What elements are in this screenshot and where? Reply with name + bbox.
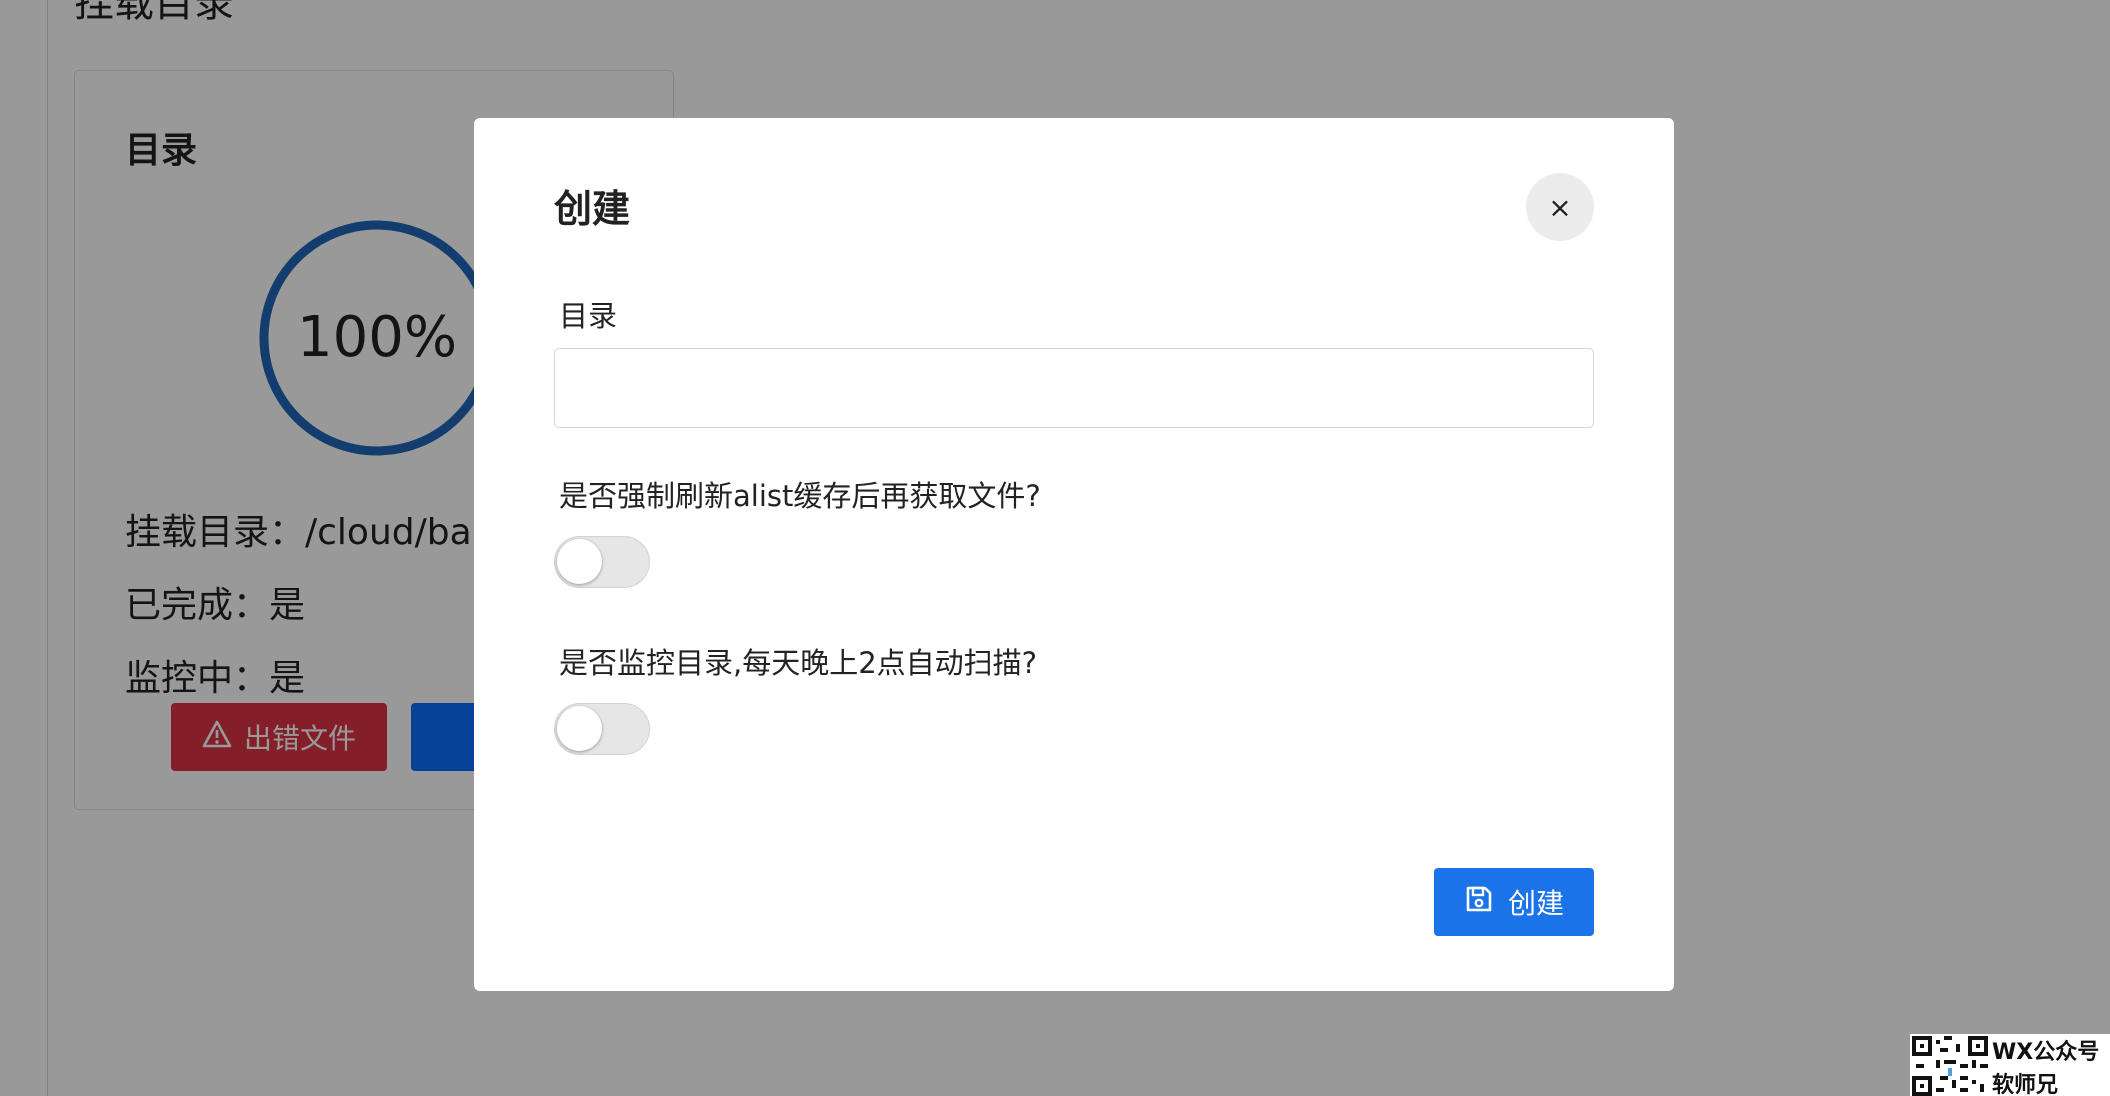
- monitor-directory-label: 是否监控目录,每天晚上2点自动扫描?: [559, 646, 1038, 680]
- toggle-knob: [557, 539, 602, 584]
- toggle-knob: [557, 706, 602, 751]
- watermark-line-1: WX公众号: [1992, 1040, 2100, 1065]
- close-button[interactable]: ×: [1526, 173, 1594, 241]
- refresh-cache-toggle[interactable]: [554, 536, 650, 588]
- qr-code-icon: [1912, 1036, 1988, 1096]
- close-icon: ×: [1548, 190, 1572, 224]
- directory-input[interactable]: [554, 348, 1594, 428]
- create-button[interactable]: 创建: [1434, 868, 1594, 936]
- dialog-title: 创建: [554, 187, 631, 231]
- page: 挂载目录 目录 100% 挂载目录：/cloud/baidu 已完成：是 监控中…: [0, 0, 2110, 1096]
- watermark-line-2: 软师兄: [1992, 1073, 2059, 1096]
- watermark: WX公众号 软师兄: [1910, 1034, 2110, 1096]
- refresh-cache-label: 是否强制刷新alist缓存后再获取文件?: [559, 479, 1041, 513]
- directory-label: 目录: [559, 299, 618, 333]
- create-dialog: 创建 × 目录 是否强制刷新alist缓存后再获取文件? 是否监控目录,每天晚上…: [474, 118, 1674, 991]
- create-button-label: 创建: [1507, 887, 1564, 920]
- save-icon: [1464, 884, 1494, 921]
- monitor-directory-toggle[interactable]: [554, 703, 650, 755]
